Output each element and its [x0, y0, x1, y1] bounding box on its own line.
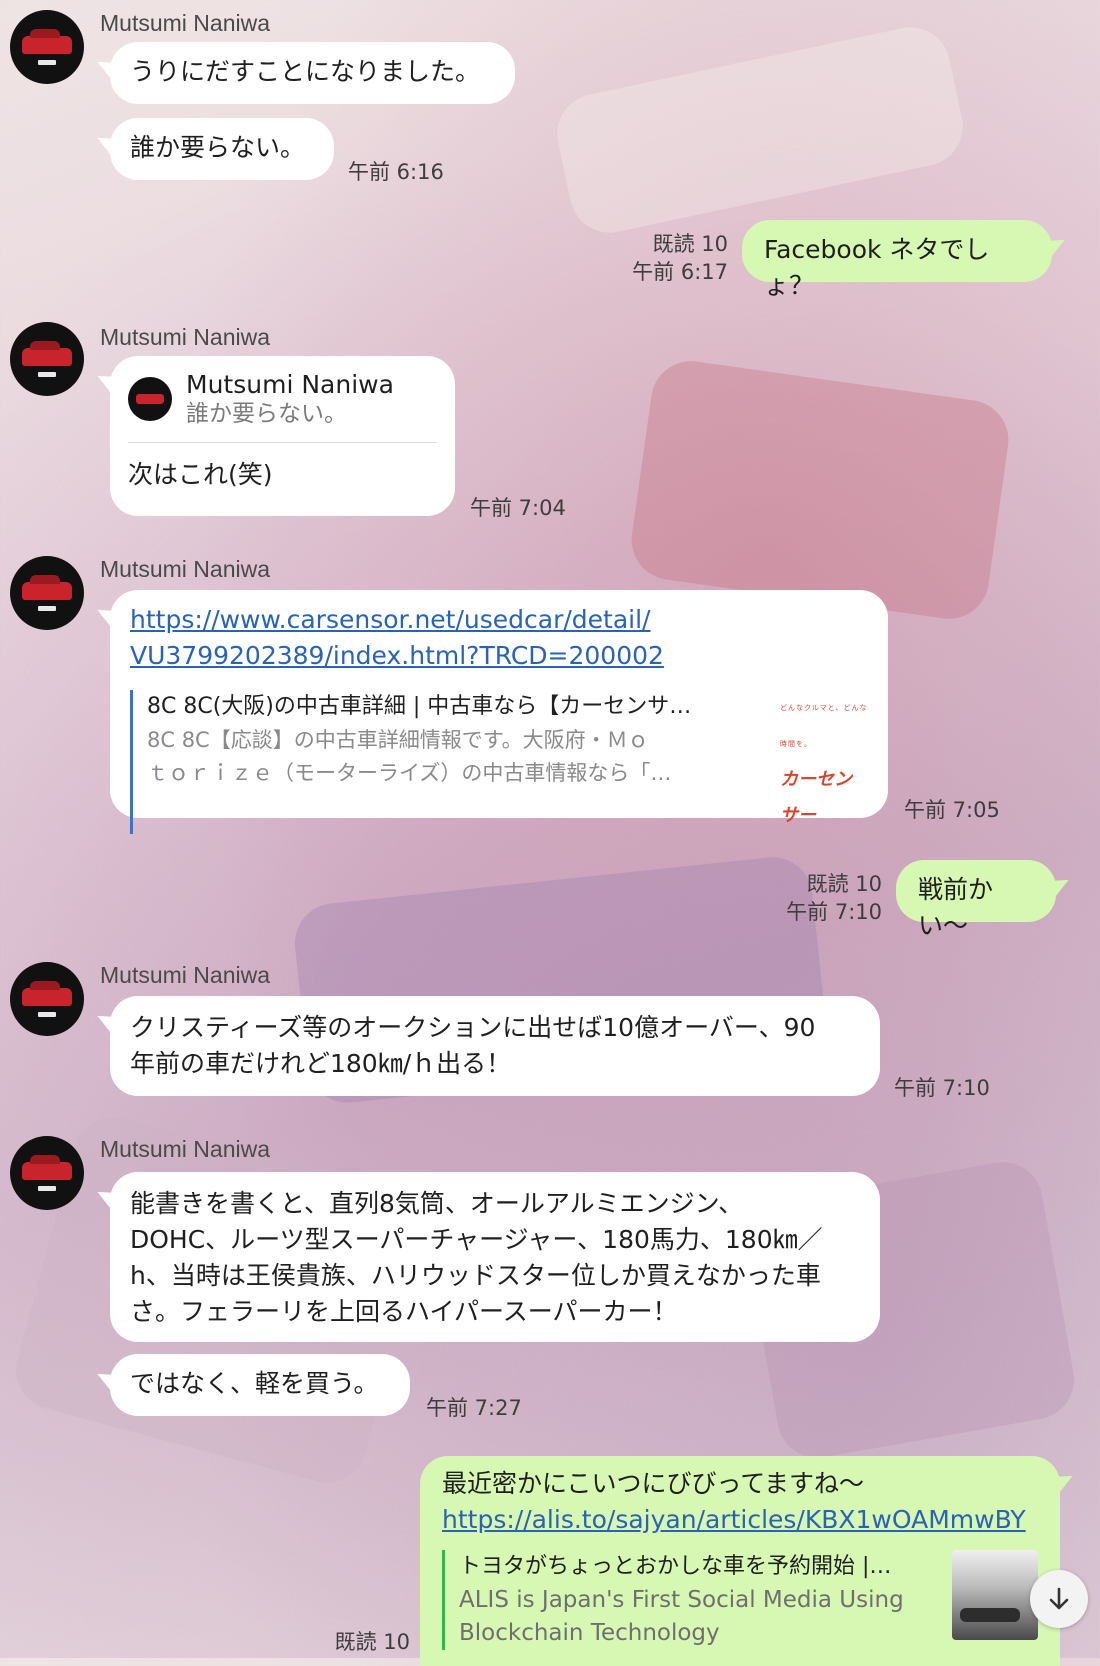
message-time: 午前 7:04: [470, 496, 566, 520]
message-time: 午前 6:17: [632, 260, 728, 284]
message-text: DOHC、ルーツ型スーパーチャージャー、180馬力、180㎞／: [130, 1225, 823, 1254]
link-message-bubble[interactable]: 最近密かにこいつにびびってますね〜 https://alis.to/sajyan…: [420, 1456, 1060, 1666]
message-text: ではなく、軽を買う。: [130, 1369, 379, 1398]
link-preview[interactable]: 8C 8C(大阪)の中古車詳細 | 中古車なら【カーセンサ… 8C 8C【応談】…: [130, 690, 868, 834]
avatar[interactable]: [10, 322, 84, 396]
message-bubble[interactable]: 戦前かい〜: [896, 860, 1056, 940]
message-bubble[interactable]: うりにだすことになりました。: [110, 42, 515, 104]
quoted-avatar: [128, 377, 172, 421]
message-text: 年前の車だけれど180㎞/ｈ出る！: [130, 1049, 512, 1078]
reply-bubble[interactable]: Mutsumi Naniwa 誰か要らない。 次はこれ(笑): [110, 356, 455, 516]
sender-name: Mutsumi Naniwa: [100, 962, 270, 988]
sender-name: Mutsumi Naniwa: [100, 10, 270, 36]
sender-name: Mutsumi Naniwa: [100, 1136, 270, 1162]
message-bubble[interactable]: ではなく、軽を買う。: [110, 1354, 410, 1416]
message-time: 午前 7:05: [904, 798, 1000, 822]
message-text: 戦前かい〜: [918, 875, 994, 940]
carsensor-logo: どんなクルマと、どんな時間を。 カーセンサー: [780, 704, 868, 826]
message-bubble[interactable]: Facebook ネタでしょ？: [742, 220, 1052, 300]
message-link[interactable]: https://www.carsensor.net/usedcar/detail…: [130, 602, 868, 674]
message-bubble[interactable]: クリスティーズ等のオークションに出せば10億オーバー、90 年前の車だけれど18…: [110, 996, 880, 1096]
quoted-text: 誰か要らない。: [186, 401, 347, 427]
quoted-message[interactable]: Mutsumi Naniwa 誰か要らない。: [128, 370, 437, 443]
message-text: 最近密かにこいつにびびってますね〜: [442, 1469, 865, 1498]
link-preview-description: ｔｏｒｉｚｅ（モーターライズ）の中古車情報なら「…: [147, 761, 672, 785]
message-time: 午前 7:10: [894, 1076, 990, 1100]
avatar[interactable]: [10, 556, 84, 630]
read-receipt: 既読 10: [334, 1630, 410, 1654]
message-text: 次はこれ(笑): [128, 460, 273, 489]
message-bubble[interactable]: 能書きを書くと、直列8気筒、オールアルミエンジン、 DOHC、ルーツ型スーパーチ…: [110, 1172, 880, 1342]
message-text: 誰か要らない。: [130, 133, 306, 162]
message-text: Facebook ネタでしょ？: [764, 235, 990, 300]
message-time: 午前 7:10: [786, 900, 882, 924]
message-text: うりにだすことになりました。: [130, 57, 481, 86]
link-preview-thumbnail: [952, 1550, 1038, 1640]
link-preview-description: Blockchain Technology: [459, 1620, 720, 1646]
message-text: h、当時は王侯貴族、ハリウッドスター位しか買えなかった車: [130, 1261, 821, 1290]
quoted-sender: Mutsumi Naniwa: [186, 370, 394, 399]
link-preview-title: 8C 8C(大阪)の中古車詳細 | 中古車なら【カーセンサ…: [147, 694, 692, 719]
scroll-to-bottom-button[interactable]: [1030, 1570, 1088, 1628]
avatar[interactable]: [10, 1136, 84, 1210]
message-time: 午前 6:16: [348, 160, 444, 184]
message-text: クリスティーズ等のオークションに出せば10億オーバー、90: [130, 1013, 816, 1042]
link-preview-title: トヨタがちょっとおかしな車を予約開始 |…: [459, 1554, 892, 1579]
link-preview-description: 8C 8C【応談】の中古車詳細情報です。大阪府・Ｍｏ: [147, 728, 649, 752]
message-bubble[interactable]: 誰か要らない。: [110, 118, 334, 180]
read-receipt: 既読 10: [806, 872, 882, 896]
link-preview[interactable]: トヨタがちょっとおかしな車を予約開始 |… ALIS is Japan's Fi…: [442, 1550, 1038, 1650]
sender-name: Mutsumi Naniwa: [100, 324, 270, 350]
avatar[interactable]: [10, 10, 84, 84]
read-receipt: 既読 10: [652, 232, 728, 256]
avatar[interactable]: [10, 962, 84, 1036]
link-message-bubble[interactable]: https://www.carsensor.net/usedcar/detail…: [110, 590, 888, 834]
message-link[interactable]: https://alis.to/sajyan/articles/KBX1wOAM…: [442, 1502, 1038, 1538]
message-text: さ。フェラーリを上回るハイパースーパーカー！: [130, 1297, 678, 1326]
link-preview-description: ALIS is Japan's First Social Media Using: [459, 1587, 904, 1613]
message-time: 午前 7:27: [426, 1396, 522, 1420]
message-text: 能書きを書くと、直列8気筒、オールアルミエンジン、: [130, 1189, 744, 1218]
arrow-down-icon: [1049, 1587, 1069, 1610]
sender-name: Mutsumi Naniwa: [100, 556, 270, 582]
